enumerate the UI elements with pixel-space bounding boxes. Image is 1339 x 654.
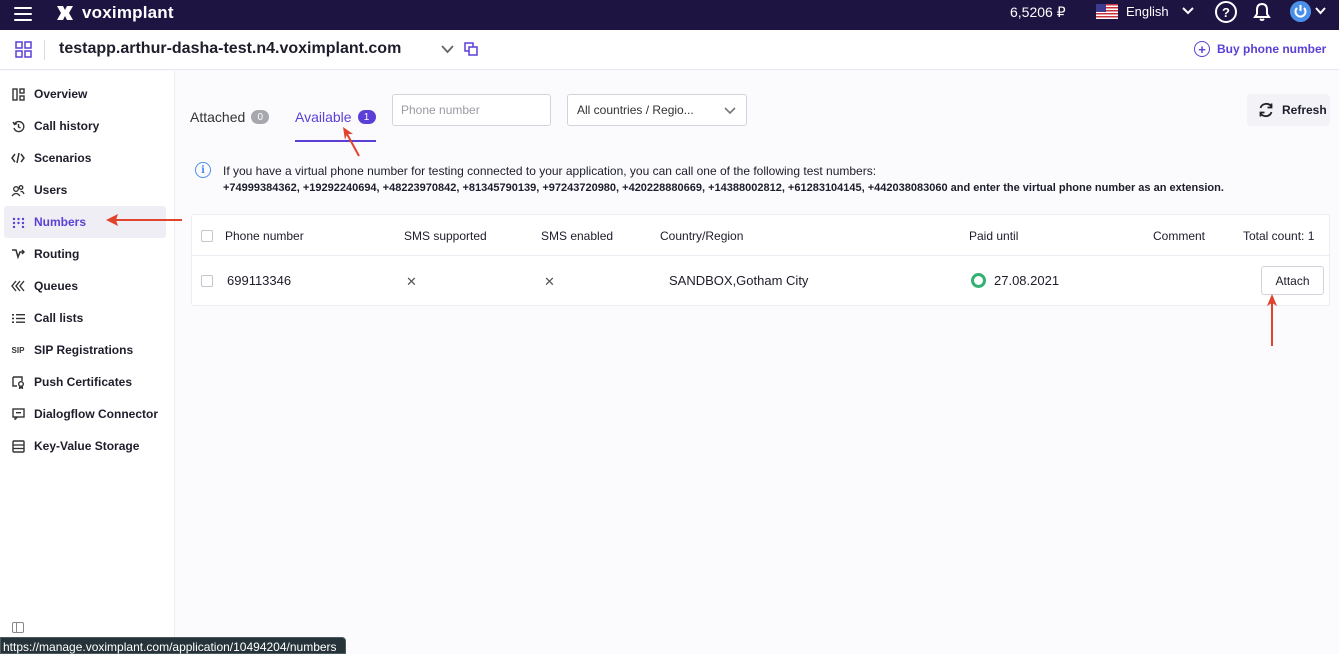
- chevron-down-icon[interactable]: [1315, 6, 1326, 16]
- certificate-icon: [11, 375, 25, 389]
- table-header: Phone number SMS supported SMS enabled C…: [192, 215, 1329, 256]
- info-text: If you have a virtual phone number for t…: [223, 164, 877, 178]
- column-header-paid-until[interactable]: Paid until: [969, 229, 1018, 243]
- sms-supported-cell: ✕: [406, 274, 417, 289]
- sidebar-collapse-icon[interactable]: [12, 622, 24, 633]
- test-numbers-text: +74999384362, +19292240694, +48223970842…: [223, 182, 1224, 194]
- logo-text: voximplant: [82, 3, 174, 22]
- refresh-icon: [1259, 102, 1273, 118]
- queues-icon: [11, 279, 25, 293]
- sidebar-item-call-lists[interactable]: Call lists: [4, 302, 166, 334]
- bell-icon[interactable]: [1253, 2, 1271, 22]
- attach-button[interactable]: Attach: [1261, 266, 1324, 295]
- users-icon: [11, 183, 25, 197]
- language-selector[interactable]: English: [1126, 4, 1169, 19]
- sidebar-item-scenarios[interactable]: Scenarios: [4, 142, 166, 174]
- buy-phone-number-button[interactable]: + Buy phone number: [1194, 41, 1326, 57]
- history-icon: [11, 119, 25, 133]
- sidebar-item-key-value-storage[interactable]: Key-Value Storage: [4, 430, 166, 462]
- copy-icon[interactable]: [464, 42, 478, 56]
- sidebar-item-sip-registrations[interactable]: SIP SIP Registrations: [4, 334, 166, 366]
- connector-icon: [11, 407, 25, 421]
- sidebar-item-dialogflow-connector[interactable]: Dialogflow Connector: [4, 398, 166, 430]
- voximplant-logo-icon: [57, 6, 73, 20]
- sip-icon: SIP: [11, 345, 25, 355]
- divider: [44, 40, 45, 60]
- status-indicator-icon: [971, 273, 986, 288]
- column-header-comment: Comment: [1153, 229, 1206, 243]
- status-bar-url: https://manage.voximplant.com/applicatio…: [0, 637, 346, 654]
- sidebar-item-push-certificates[interactable]: Push Certificates: [4, 366, 166, 398]
- annotation-arrow-icon: [1267, 294, 1277, 346]
- info-icon: i: [195, 162, 211, 178]
- top-navigation-bar: voximplant 6,5206 ₽ English ?: [0, 0, 1339, 30]
- tab-attached[interactable]: Attached 0: [190, 109, 270, 125]
- phone-number-search-input[interactable]: [392, 94, 551, 126]
- storage-icon: [11, 439, 25, 453]
- paid-until-cell: 27.08.2021: [994, 273, 1060, 288]
- logo[interactable]: voximplant: [54, 2, 174, 24]
- column-header-sms-enabled[interactable]: SMS enabled: [541, 229, 613, 243]
- available-count-badge: 1: [357, 110, 376, 124]
- routing-icon: [11, 247, 25, 261]
- sidebar-item-queues[interactable]: Queues: [4, 270, 166, 302]
- phone-number-cell: 699113346: [227, 273, 292, 288]
- us-flag-icon[interactable]: [1096, 4, 1118, 19]
- dialpad-icon: [11, 215, 25, 229]
- total-count: Total count: 1: [1243, 229, 1315, 243]
- sidebar: Overview Call history Scenarios Users Nu…: [0, 71, 175, 654]
- menu-icon[interactable]: [14, 4, 34, 24]
- application-header: testapp.arthur-dasha-test.n4.voximplant.…: [0, 30, 1339, 70]
- profile-power-icon[interactable]: [1290, 1, 1311, 22]
- country-cell: SANDBOX,Gotham City: [669, 273, 809, 288]
- select-all-checkbox[interactable]: [201, 230, 213, 242]
- country-region-select[interactable]: All countries / Regio...: [567, 94, 747, 126]
- chevron-down-icon: [724, 107, 736, 115]
- column-header-phone[interactable]: Phone number: [225, 229, 304, 243]
- plus-icon: +: [1194, 41, 1210, 57]
- chevron-down-icon[interactable]: [441, 44, 454, 54]
- annotation-arrow-icon: [106, 214, 182, 226]
- account-balance[interactable]: 6,5206 ₽: [1010, 4, 1066, 21]
- annotation-arrow-icon: [343, 127, 360, 157]
- row-checkbox[interactable]: [201, 275, 213, 287]
- sidebar-item-users[interactable]: Users: [4, 174, 166, 206]
- chevron-down-icon[interactable]: [1182, 6, 1194, 16]
- applications-grid-icon[interactable]: [15, 41, 32, 58]
- sidebar-item-routing[interactable]: Routing: [4, 238, 166, 270]
- attached-count-badge: 0: [251, 110, 270, 124]
- refresh-button[interactable]: Refresh: [1247, 94, 1330, 126]
- column-header-country[interactable]: Country/Region: [660, 229, 743, 243]
- sms-enabled-cell: ✕: [544, 274, 555, 289]
- tab-available[interactable]: Available 1: [295, 109, 376, 125]
- list-icon: [11, 311, 25, 325]
- help-icon[interactable]: ?: [1215, 1, 1237, 23]
- overview-icon: [11, 87, 25, 101]
- code-icon: [11, 151, 25, 165]
- application-title: testapp.arthur-dasha-test.n4.voximplant.…: [59, 40, 402, 57]
- numbers-table: Phone number SMS supported SMS enabled C…: [191, 214, 1330, 306]
- sidebar-item-overview[interactable]: Overview: [4, 78, 166, 110]
- sidebar-item-call-history[interactable]: Call history: [4, 110, 166, 142]
- column-header-sms-supported[interactable]: SMS supported: [404, 229, 487, 243]
